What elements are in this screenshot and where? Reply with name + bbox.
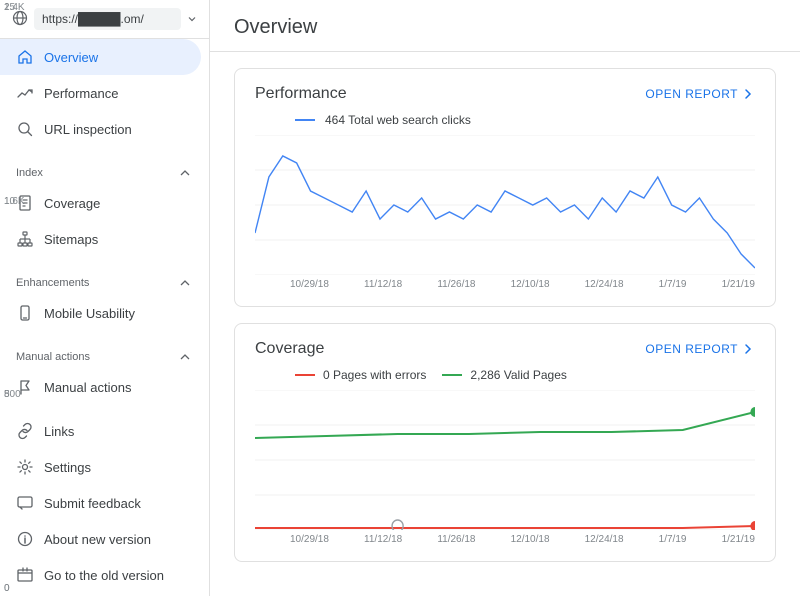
coverage-open-report[interactable]: OPEN REPORT	[645, 342, 755, 356]
sidebar-item-label: Manual actions	[44, 380, 131, 395]
sidebar-item-label: Overview	[44, 50, 98, 65]
performance-legend-line	[295, 119, 315, 121]
sidebar-item-label: Sitemaps	[44, 232, 98, 247]
current-url: https://█████.om/	[34, 8, 181, 30]
page-title: Overview	[210, 0, 800, 52]
chevron-right-icon	[741, 87, 755, 101]
sidebar-item-label: Go to the old version	[44, 568, 164, 583]
main-content: Overview Performance OPEN REPORT 464 Tot…	[210, 0, 800, 596]
coverage-card-title: Coverage	[255, 340, 324, 358]
performance-x-axis: 10/29/18 11/12/18 11/26/18 12/10/18 12/2…	[255, 275, 755, 290]
chevron-right-icon	[741, 342, 755, 356]
dropdown-icon	[187, 12, 197, 27]
sidebar-item-label: Links	[44, 424, 74, 439]
legend-errors: 0 Pages with errors	[295, 368, 426, 382]
coverage-card: Coverage OPEN REPORT 0 Pages with errors…	[234, 323, 776, 562]
performance-legend: 464 Total web search clicks	[255, 113, 755, 127]
legend-errors-label: 0 Pages with errors	[323, 368, 426, 382]
legend-valid-label: 2,286 Valid Pages	[470, 368, 567, 382]
performance-card-title: Performance	[255, 85, 347, 103]
legend-errors-line	[295, 374, 315, 376]
collapse-icon	[177, 165, 193, 181]
sidebar-item-label: Mobile Usability	[44, 306, 135, 321]
performance-card-header: Performance OPEN REPORT	[255, 85, 755, 103]
coverage-card-header: Coverage OPEN REPORT	[255, 340, 755, 358]
coverage-legend: 0 Pages with errors 2,286 Valid Pages	[255, 368, 755, 382]
sidebar-item-label: Settings	[44, 460, 91, 475]
coverage-x-axis: 10/29/18 11/12/18 11/26/18 12/10/18 12/2…	[255, 530, 755, 545]
sidebar-item-label: About new version	[44, 532, 151, 547]
performance-card: Performance OPEN REPORT 464 Total web se…	[234, 68, 776, 307]
legend-valid-line	[442, 374, 462, 376]
sidebar-item-label: Performance	[44, 86, 118, 101]
performance-legend-label: 464 Total web search clicks	[325, 113, 471, 127]
sidebar-item-label: Coverage	[44, 196, 100, 211]
performance-chart-svg	[255, 135, 755, 275]
sidebar-item-label: URL inspection	[44, 122, 132, 137]
legend-valid: 2,286 Valid Pages	[442, 368, 567, 382]
collapse-icon	[177, 275, 193, 291]
collapse-icon	[177, 349, 193, 365]
coverage-chart-svg	[255, 390, 755, 530]
performance-open-report[interactable]: OPEN REPORT	[645, 87, 755, 101]
cards-container: Performance OPEN REPORT 464 Total web se…	[210, 52, 800, 578]
sidebar-item-label: Submit feedback	[44, 496, 141, 511]
